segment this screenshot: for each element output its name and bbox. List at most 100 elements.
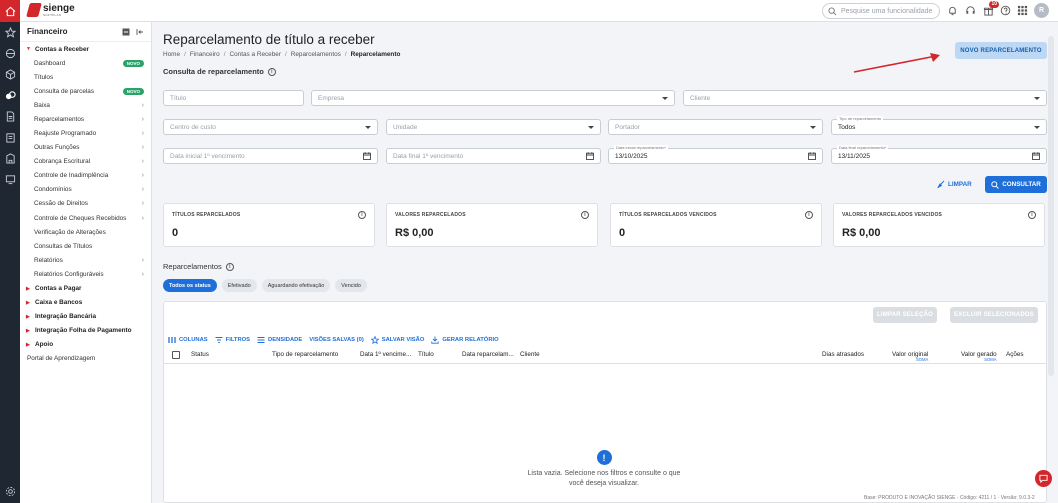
sidebar-item[interactable]: Dashboard NOVO bbox=[20, 56, 151, 70]
calendar-icon[interactable] bbox=[1032, 152, 1040, 160]
bell-icon[interactable] bbox=[946, 4, 959, 17]
limpar-selecao-button[interactable]: LIMPAR SELEÇÃO bbox=[873, 307, 937, 323]
info-icon[interactable]: i bbox=[225, 262, 234, 271]
unidade-select[interactable]: Unidade bbox=[386, 119, 601, 135]
headset-icon[interactable] bbox=[964, 4, 977, 17]
limpar-button[interactable]: LIMPAR bbox=[937, 180, 972, 188]
chip-efetivado[interactable]: Efetivado bbox=[221, 279, 257, 292]
compass-icon[interactable] bbox=[0, 43, 20, 64]
col-cliente[interactable]: Cliente bbox=[520, 351, 540, 358]
portador-select[interactable]: Portador bbox=[608, 119, 823, 135]
filtros-button[interactable]: FILTROS bbox=[215, 336, 250, 344]
sidebar-group[interactable]: ▶ Caixa e Bancos bbox=[20, 296, 151, 310]
home-icon[interactable] bbox=[0, 0, 20, 22]
sidebar-item[interactable]: Consultas de Títulos bbox=[20, 239, 151, 253]
col-status[interactable]: Status bbox=[191, 351, 209, 358]
data-final-reparcelamento-field[interactable]: Data final reparcelamento* 13/11/2025 bbox=[831, 145, 1047, 164]
search-icon bbox=[828, 7, 837, 16]
breadcrumb-reparcelamentos[interactable]: Reparcelamentos bbox=[291, 51, 341, 58]
finance-icon[interactable] bbox=[0, 85, 20, 106]
caret-right-icon: ▶ bbox=[26, 341, 30, 348]
gerar-relatorio-button[interactable]: GERAR RELATÓRIO bbox=[431, 336, 499, 344]
visoes-salvas-button[interactable]: VISÕES SALVAS (0) bbox=[309, 336, 364, 344]
info-icon[interactable]: i bbox=[1028, 211, 1036, 219]
gift-icon[interactable]: 10 bbox=[982, 1, 999, 17]
sidebar-item[interactable]: Condomínios › bbox=[20, 183, 151, 197]
sidebar-item[interactable]: Reajuste Programado › bbox=[20, 126, 151, 140]
sienge-logo[interactable]: sienge SOFTPLAN bbox=[26, 3, 75, 17]
sidebar-item[interactable]: Controle de Inadimplência › bbox=[20, 169, 151, 183]
sidebar-item[interactable]: Cobrança Escritural › bbox=[20, 155, 151, 169]
col-titulo[interactable]: Título bbox=[418, 351, 434, 358]
salvar-visao-button[interactable]: SALVAR VISÃO bbox=[370, 336, 424, 344]
titulo-field[interactable]: Título bbox=[163, 90, 304, 106]
centro-custo-select[interactable]: Centro de custo bbox=[163, 119, 378, 135]
monitor-icon[interactable] bbox=[0, 169, 20, 190]
breadcrumb-financeiro[interactable]: Financeiro bbox=[190, 51, 220, 58]
calendar-icon[interactable] bbox=[586, 152, 594, 160]
document-icon[interactable] bbox=[0, 106, 20, 127]
col-valor-gerado[interactable]: Valor gerado SOMA bbox=[961, 351, 997, 362]
select-all-checkbox[interactable] bbox=[172, 351, 180, 359]
box-icon[interactable] bbox=[0, 64, 20, 85]
vertical-scrollbar[interactable] bbox=[1048, 36, 1054, 376]
sidebar-item[interactable]: Relatórios Configuráveis › bbox=[20, 267, 151, 281]
tipo-reparcelamento-select[interactable]: Tipo de reparcelamento Todos bbox=[831, 116, 1047, 135]
sidebar-item[interactable]: Reparcelamentos › bbox=[20, 112, 151, 126]
col-tipo[interactable]: Tipo de reparcelamento bbox=[272, 351, 338, 358]
chip-aguardando[interactable]: Aguardando efetivação bbox=[261, 279, 331, 292]
sidebar-group[interactable]: ▶ Integração Folha de Pagamento bbox=[20, 324, 151, 338]
consultar-button[interactable]: CONSULTAR bbox=[985, 176, 1047, 193]
info-icon[interactable]: i bbox=[358, 211, 366, 219]
cliente-select[interactable]: Cliente bbox=[683, 90, 1047, 106]
calendar-icon[interactable] bbox=[363, 152, 371, 160]
new-reparcelamento-button[interactable]: NOVO REPARCELAMENTO bbox=[955, 42, 1047, 59]
sidebar-group[interactable]: ▶ Contas a Pagar bbox=[20, 282, 151, 296]
sidebar-item[interactable]: Relatórios › bbox=[20, 253, 151, 267]
info-icon[interactable]: i bbox=[581, 211, 589, 219]
chat-icon[interactable] bbox=[1035, 470, 1052, 487]
breadcrumb-home[interactable]: Home bbox=[163, 51, 180, 58]
chip-todos[interactable]: Todos os status bbox=[163, 279, 217, 292]
sidebar-item[interactable]: Outras Funções › bbox=[20, 141, 151, 155]
star-icon[interactable] bbox=[0, 22, 20, 43]
sidebar-group-contas-a-receber[interactable]: ▼ Contas a Receber bbox=[20, 42, 151, 56]
sidebar-item[interactable]: Verificação de Alterações bbox=[20, 225, 151, 239]
collapse-all-icon[interactable] bbox=[121, 27, 130, 36]
clipboard-icon[interactable] bbox=[0, 127, 20, 148]
search-input[interactable]: Pesquise uma funcionalidade bbox=[822, 3, 940, 19]
chevron-down-icon bbox=[1034, 125, 1040, 129]
calendar-icon[interactable] bbox=[808, 152, 816, 160]
sidebar-item[interactable]: Controle de Cheques Recebidos › bbox=[20, 211, 151, 225]
data-inicial-reparcelamento-field[interactable]: Data inicial reparcelamento* 13/10/2025 bbox=[608, 145, 823, 164]
info-icon[interactable]: i bbox=[267, 67, 276, 76]
col-data-vencimento[interactable]: Data 1º vencime... bbox=[360, 351, 411, 358]
chip-vencido[interactable]: Vencido bbox=[335, 279, 367, 292]
colunas-button[interactable]: COLUNAS bbox=[168, 336, 208, 344]
data-inicial-vencimento-field[interactable]: Data inicial 1º vencimento bbox=[163, 148, 378, 164]
building-icon[interactable] bbox=[0, 148, 20, 169]
sidebar-item[interactable]: Baixa › bbox=[20, 98, 151, 112]
sidebar-item[interactable]: Títulos bbox=[20, 70, 151, 84]
col-valor-original[interactable]: Valor original SOMA bbox=[892, 351, 928, 362]
densidade-button[interactable]: DENSIDADE bbox=[257, 336, 302, 344]
sidebar-item-portal[interactable]: Portal de Aprendizagem bbox=[20, 352, 151, 366]
data-final-vencimento-field[interactable]: Data final 1º vencimento bbox=[386, 148, 601, 164]
tool-label: FILTROS bbox=[225, 337, 251, 343]
empresa-select[interactable]: Empresa bbox=[311, 90, 675, 106]
sidebar-item[interactable]: Cessão de Direitos › bbox=[20, 197, 151, 211]
help-icon[interactable] bbox=[999, 4, 1012, 17]
col-data-reparcelamento[interactable]: Data reparcelam... bbox=[462, 351, 514, 358]
excluir-selecionados-button[interactable]: EXCLUIR SELECIONADOS bbox=[950, 307, 1038, 323]
chevron-right-icon: › bbox=[141, 256, 144, 264]
hide-sidebar-icon[interactable] bbox=[135, 27, 144, 36]
settings-icon[interactable] bbox=[0, 483, 20, 499]
sidebar-group[interactable]: ▶ Apoio bbox=[20, 338, 151, 352]
col-dias-atrasados[interactable]: Dias atrasados bbox=[822, 351, 864, 358]
user-avatar[interactable]: R bbox=[1034, 3, 1049, 18]
breadcrumb-contas-a-receber[interactable]: Contas a Receber bbox=[229, 51, 281, 58]
apps-grid-icon[interactable] bbox=[1016, 4, 1029, 17]
sidebar-item[interactable]: Consulta de parcelas NOVO bbox=[20, 84, 151, 98]
sidebar-group[interactable]: ▶ Integração Bancária bbox=[20, 310, 151, 324]
info-icon[interactable]: i bbox=[805, 211, 813, 219]
